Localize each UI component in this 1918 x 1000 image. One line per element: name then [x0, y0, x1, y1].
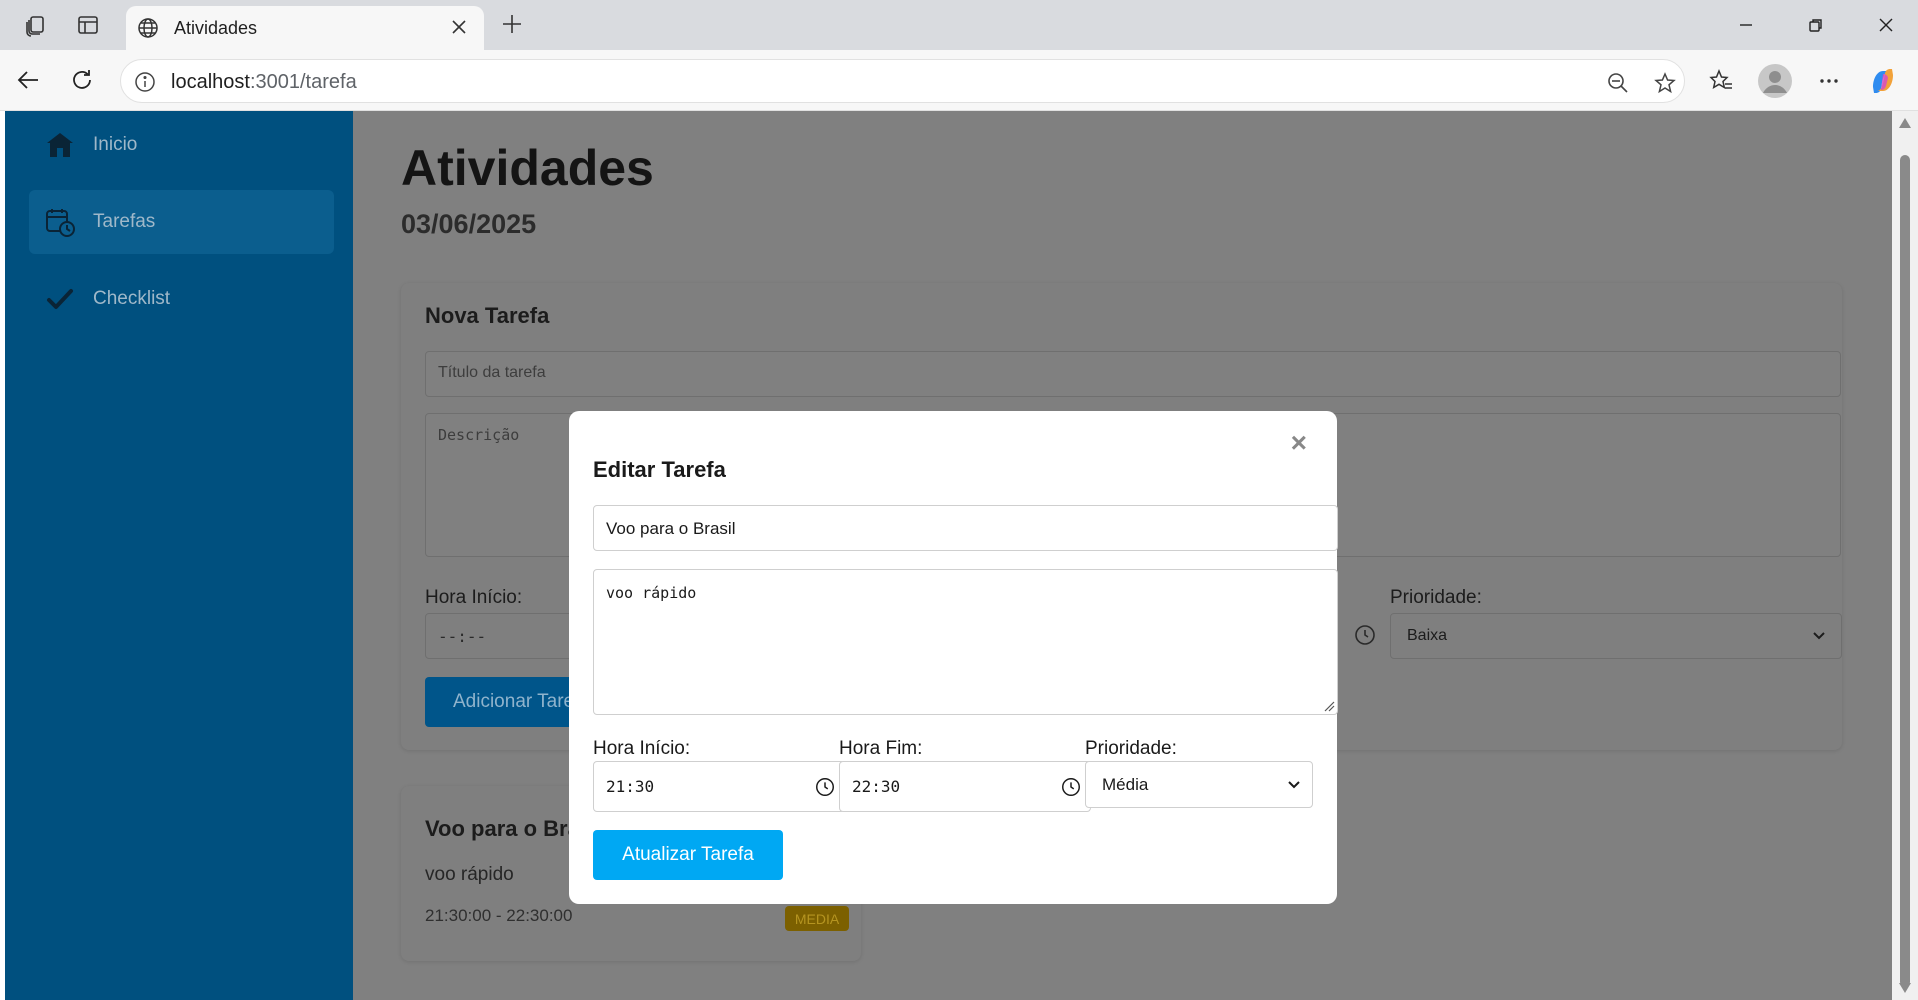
edit-description-value: voo rápido [606, 584, 697, 602]
priority-select[interactable]: Baixa [1390, 613, 1842, 659]
tab-actions-icon[interactable] [72, 10, 104, 40]
clock-icon[interactable] [1353, 623, 1377, 647]
task-title-input[interactable]: Título da tarefa [425, 351, 1841, 397]
clock-icon[interactable] [1060, 776, 1082, 798]
url-input[interactable]: localhost:3001/tarefa [120, 59, 1685, 103]
task-title-placeholder: Título da tarefa [438, 364, 546, 381]
reload-icon[interactable] [64, 62, 100, 98]
close-window-button[interactable] [1856, 8, 1916, 42]
calendar-clock-icon [43, 205, 77, 239]
edit-description-input[interactable]: voo rápido [593, 569, 1338, 715]
start-time-value: --:-- [438, 627, 487, 646]
edit-start-time-input[interactable]: 21:30 [593, 761, 845, 812]
browser-address-bar: localhost:3001/tarefa [0, 50, 1918, 111]
clock-icon[interactable] [814, 776, 836, 798]
chevron-down-icon [1288, 781, 1300, 789]
priority-badge: MEDIA [785, 906, 849, 931]
checkmark-icon [43, 282, 77, 316]
edit-start-time-value: 21:30 [606, 777, 655, 796]
url-text: localhost:3001/tarefa [171, 71, 357, 93]
task-description-placeholder: Descrição [438, 426, 520, 444]
profile-avatar[interactable] [1756, 62, 1794, 100]
edit-start-time-label: Hora Início: [593, 738, 691, 759]
page-scrollbar[interactable] [1892, 111, 1918, 1000]
edit-end-time-value: 22:30 [852, 777, 901, 796]
globe-icon [138, 18, 158, 38]
sidebar: Inicio Tarefas Checklist [5, 111, 353, 1000]
priority-label: Prioridade: [1390, 587, 1482, 608]
home-icon [43, 128, 77, 162]
update-task-button[interactable]: Atualizar Tarefa [593, 830, 783, 880]
resize-handle-icon[interactable] [1323, 700, 1335, 712]
tab-title: Atividades [174, 18, 258, 38]
restore-button[interactable] [1786, 8, 1846, 42]
edit-end-time-label: Hora Fim: [839, 738, 923, 759]
page-date: 03/06/2025 [401, 209, 537, 239]
modal-title: Editar Tarefa [593, 457, 726, 482]
chevron-down-icon [1813, 632, 1825, 640]
favorite-star-icon[interactable] [1651, 69, 1679, 97]
scroll-down-arrow-icon[interactable] [1898, 982, 1912, 994]
close-tab-icon[interactable] [448, 16, 470, 38]
task-time-range: 21:30:00 - 22:30:00 [425, 906, 573, 925]
close-modal-icon[interactable]: × [1291, 429, 1307, 457]
site-info-icon[interactable] [133, 70, 157, 94]
edit-task-modal: × Editar Tarefa Voo para o Brasil voo rá… [569, 411, 1338, 904]
sidebar-item-label: Inicio [93, 134, 138, 155]
favorites-icon[interactable] [1702, 62, 1740, 100]
priority-value: Baixa [1407, 627, 1448, 644]
edit-end-time-input[interactable]: 22:30 [839, 761, 1091, 812]
edit-priority-label: Prioridade: [1085, 738, 1177, 759]
zoom-out-icon[interactable] [1604, 69, 1632, 97]
start-time-label: Hora Início: [425, 587, 523, 608]
edit-priority-select[interactable]: Média [1085, 761, 1313, 808]
sidebar-item-label: Checklist [93, 288, 171, 309]
sidebar-item-label: Tarefas [93, 211, 156, 232]
back-icon[interactable] [10, 62, 46, 98]
new-task-heading: Nova Tarefa [425, 303, 550, 328]
edit-title-input[interactable]: Voo para o Brasil [593, 505, 1338, 551]
edit-title-value: Voo para o Brasil [606, 519, 736, 538]
sidebar-item-tarefas[interactable]: Tarefas [29, 190, 334, 254]
sidebar-item-checklist[interactable]: Checklist [29, 267, 334, 331]
scrollbar-thumb[interactable] [1900, 155, 1910, 987]
sidebar-item-inicio[interactable]: Inicio [29, 113, 334, 177]
page-viewport: Inicio Tarefas Checklist Atividades 03/0… [5, 111, 1892, 1000]
browser-tab[interactable]: Atividades [126, 6, 484, 50]
minimize-button[interactable] [1716, 8, 1776, 42]
copilot-icon[interactable] [1864, 62, 1902, 100]
task-description: voo rápido [425, 864, 514, 885]
new-tab-button[interactable] [496, 8, 528, 40]
edit-priority-value: Média [1102, 775, 1149, 794]
workspaces-icon[interactable] [20, 10, 52, 40]
scroll-up-arrow-icon[interactable] [1898, 117, 1912, 129]
page-title: Atividades [401, 140, 654, 196]
browser-tab-bar: Atividades [0, 0, 1918, 50]
more-menu-icon[interactable] [1810, 62, 1848, 100]
